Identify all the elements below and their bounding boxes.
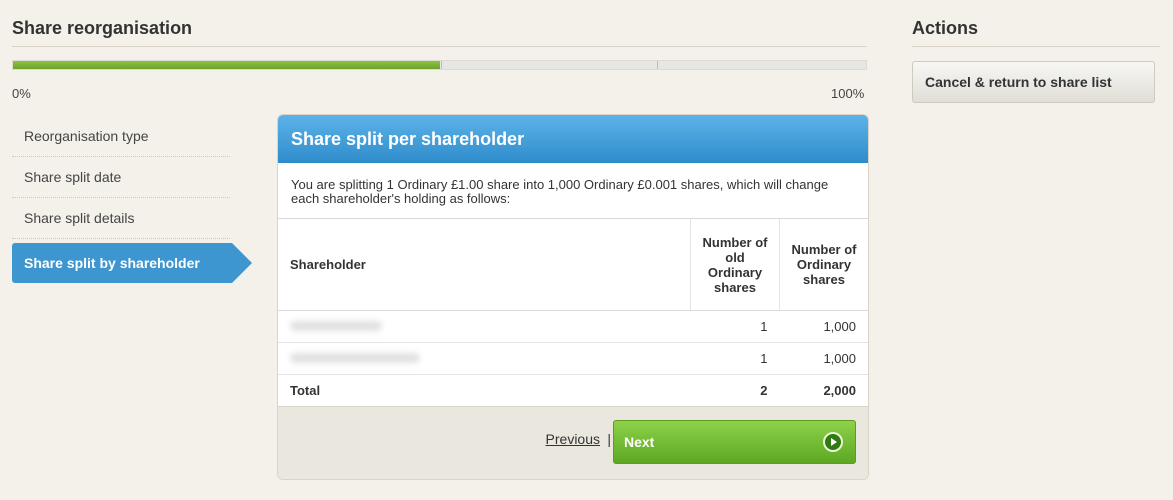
actions-divider — [912, 46, 1160, 47]
link-separator: | — [607, 431, 611, 447]
previous-link[interactable]: Previous — [546, 431, 600, 447]
old-shares-cell: 1 — [690, 342, 780, 375]
total-old-shares: 2 — [760, 383, 768, 398]
progress-fill — [13, 61, 440, 69]
total-label: Total — [290, 383, 321, 398]
new-shares-cell: 1,000 — [779, 342, 868, 375]
actions-title: Actions — [912, 18, 979, 38]
old-shares-cell: 1 — [690, 310, 780, 343]
page-title: Share reorganisation — [12, 18, 193, 38]
shareholder-name-redacted — [278, 342, 691, 375]
arrow-right-circle-icon — [823, 432, 843, 452]
progress-bar — [12, 60, 867, 70]
progress-start-label: 0% — [12, 86, 31, 101]
panel-footer: Previous | Next — [278, 406, 868, 479]
table-row: 1 1,000 — [278, 342, 868, 375]
progress-tick — [657, 61, 658, 69]
progress-end-label: 100% — [831, 86, 865, 101]
cancel-return-button[interactable]: Cancel & return to share list — [912, 61, 1155, 103]
step-reorganisation-type[interactable]: Reorganisation type — [12, 116, 230, 157]
shareholder-name-redacted — [278, 310, 691, 343]
shareholder-table: Shareholder Number of old Ordinary share… — [278, 219, 868, 406]
step-list: Reorganisation type Share split date Sha… — [12, 116, 252, 283]
step-share-split-date[interactable]: Share split date — [12, 157, 230, 198]
column-shareholder: Shareholder — [278, 219, 691, 311]
next-button[interactable]: Next — [613, 420, 856, 464]
share-split-panel: Share split per shareholder You are spli… — [277, 114, 869, 480]
step-share-split-by-shareholder[interactable]: Share split by shareholder — [12, 243, 252, 283]
new-shares-cell: 1,000 — [779, 310, 868, 343]
column-new-shares: Number of Ordinary shares — [779, 219, 868, 311]
total-new-shares: 2,000 — [823, 383, 856, 398]
total-row: Total 2 2,000 — [278, 375, 868, 407]
next-button-label: Next — [624, 434, 655, 450]
step-share-split-details[interactable]: Share split details — [12, 198, 230, 239]
panel-intro: You are splitting 1 Ordinary £1.00 share… — [278, 163, 868, 219]
table-row: 1 1,000 — [278, 310, 868, 343]
progress-tick — [441, 61, 442, 69]
table-header-row: Shareholder Number of old Ordinary share… — [278, 219, 868, 311]
title-divider — [12, 46, 867, 47]
column-old-shares: Number of old Ordinary shares — [690, 219, 780, 311]
panel-title: Share split per shareholder — [278, 115, 868, 163]
